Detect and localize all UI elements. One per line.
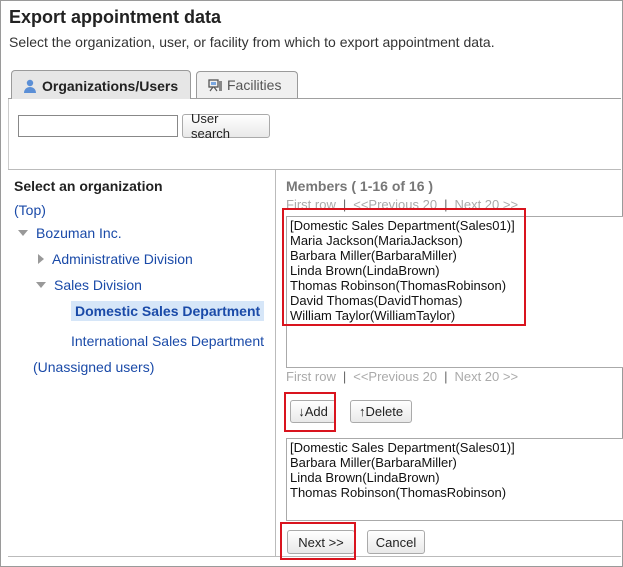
organization-heading: Select an organization [14, 178, 163, 194]
candidates-highlight-box [282, 208, 526, 326]
add-highlight-box [284, 392, 336, 432]
org-item-sales[interactable]: Sales Division [36, 277, 142, 293]
tab-facilities[interactable]: Facilities [196, 71, 298, 98]
org-item-domestic-sales[interactable]: Domestic Sales Department [71, 301, 265, 321]
tab-bar: Organizations/Users Facilities [8, 67, 621, 100]
list-item[interactable]: Thomas Robinson(ThomasRobinson) [290, 485, 623, 500]
collapsed-arrow-icon[interactable] [38, 254, 44, 264]
pager-separator: | [444, 369, 448, 384]
members-pane: Members ( 1-16 of 16 ) First row | <<Previ… [276, 170, 623, 560]
org-item-bozuman[interactable]: Bozuman Inc. [18, 225, 122, 241]
pager-first-link: First row [286, 369, 336, 384]
org-label: Administrative Division [52, 251, 193, 267]
tab-label: Organizations/Users [42, 77, 179, 94]
user-search-button[interactable]: User search [182, 111, 270, 141]
search-area: User search [8, 99, 621, 169]
user-icon [22, 78, 38, 94]
pager-separator: | [342, 369, 347, 384]
export-dialog: Export appointment data Select the organ… [0, 0, 623, 567]
tab-organizations-users[interactable]: Organizations/Users [11, 70, 191, 100]
org-label: Bozuman Inc. [36, 225, 122, 241]
pager-next-link: Next 20 >> [454, 369, 519, 384]
org-label: Sales Division [54, 277, 142, 293]
next-highlight-box [280, 522, 356, 560]
user-search-input[interactable] [18, 115, 178, 137]
page-description: Select the organization, user, or facili… [9, 34, 495, 50]
org-item-top[interactable]: (Top) [14, 202, 46, 218]
members-count-title: Members ( 1-16 of 16 ) [286, 178, 434, 194]
selection-panel: Select an organization (Top) Bozuman Inc… [8, 169, 623, 560]
expanded-arrow-icon[interactable] [36, 282, 46, 288]
tab-label: Facilities [227, 77, 282, 93]
list-item[interactable]: Barbara Miller(BarbaraMiller) [290, 455, 623, 470]
expanded-arrow-icon[interactable] [18, 230, 28, 236]
cancel-button[interactable]: Cancel [367, 530, 425, 554]
pager-bottom: First row | <<Previous 20 | Next 20 >> [286, 369, 518, 384]
org-item-unassigned[interactable]: (Unassigned users) [33, 359, 154, 375]
pager-previous-link: <<Previous 20 [353, 369, 438, 384]
list-item[interactable]: [Domestic Sales Department(Sales01)] [290, 440, 623, 455]
org-item-international-sales[interactable]: International Sales Department [71, 333, 264, 349]
selected-members-list[interactable]: [Domestic Sales Department(Sales01)] Bar… [286, 438, 623, 521]
page-title: Export appointment data [9, 7, 222, 27]
list-item[interactable]: Linda Brown(LindaBrown) [290, 470, 623, 485]
organization-pane: Select an organization (Top) Bozuman Inc… [8, 170, 276, 556]
org-item-administrative[interactable]: Administrative Division [36, 251, 193, 267]
facility-icon [207, 77, 223, 93]
delete-button[interactable]: ↑Delete [350, 400, 412, 423]
